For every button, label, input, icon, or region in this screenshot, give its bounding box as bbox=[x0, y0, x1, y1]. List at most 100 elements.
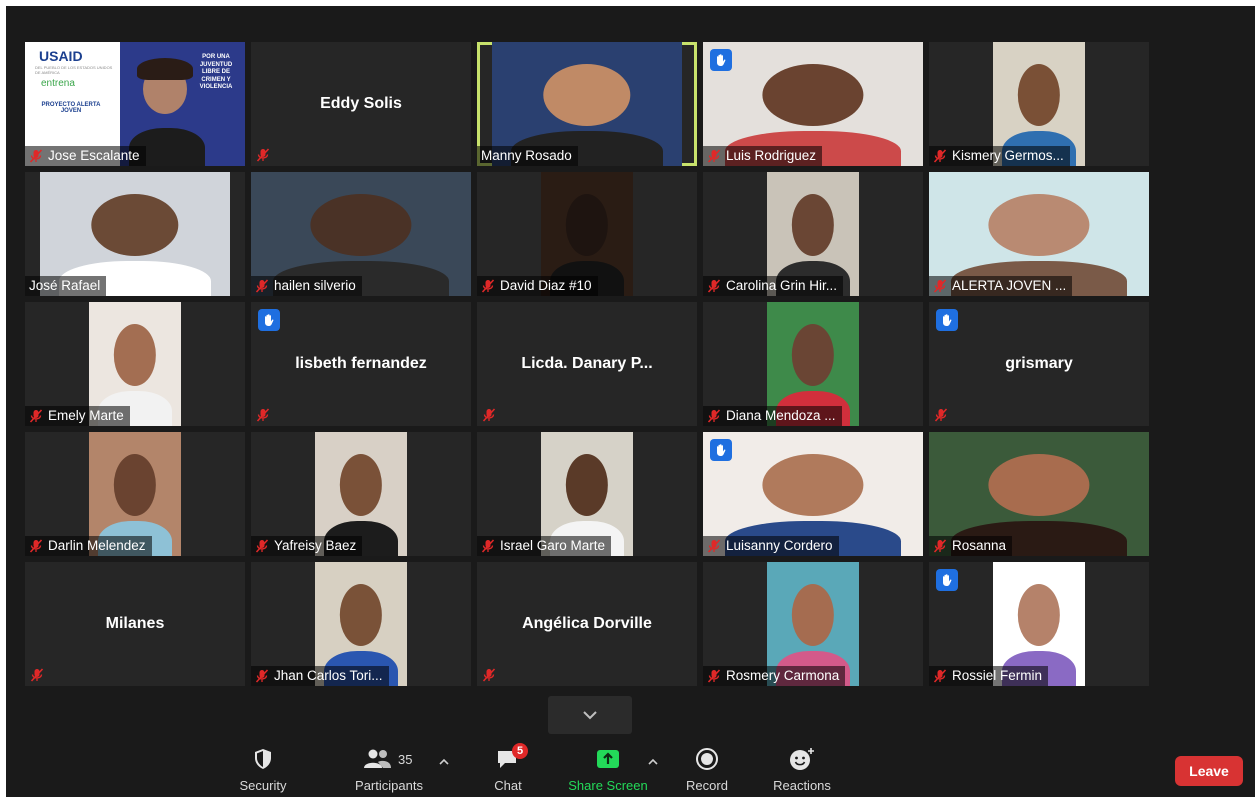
participant-tile[interactable]: Rosanna bbox=[929, 432, 1149, 556]
raised-hand-badge bbox=[936, 309, 958, 331]
gallery-grid: USAID DEL PUEBLO DE LOS ESTADOS UNIDOS D… bbox=[25, 42, 1149, 686]
record-label: Record bbox=[686, 778, 728, 793]
participant-tile[interactable]: Kismery Germos... bbox=[929, 42, 1149, 166]
participants-options-caret-icon[interactable] bbox=[439, 758, 449, 766]
raised-hand-icon bbox=[943, 314, 952, 326]
participant-display-name: Licda. Danary P... bbox=[521, 355, 653, 372]
participant-tile[interactable]: Emely Marte bbox=[25, 302, 245, 426]
record-button[interactable]: Record bbox=[676, 744, 738, 797]
participant-tile[interactable]: Angélica Dorville bbox=[477, 562, 697, 686]
participant-tile[interactable]: ALERTA JOVEN ... bbox=[929, 172, 1149, 296]
participant-display-name: Angélica Dorville bbox=[522, 615, 652, 632]
raised-hand-icon bbox=[717, 54, 726, 66]
muted-microphone-icon bbox=[255, 539, 269, 553]
muted-microphone-icon bbox=[933, 539, 947, 553]
participant-tile[interactable]: Diana Mendoza ... bbox=[703, 302, 923, 426]
muted-microphone-icon bbox=[481, 279, 495, 293]
participant-tile[interactable]: Luisanny Cordero bbox=[703, 432, 923, 556]
participants-icon bbox=[364, 749, 391, 768]
participant-name-label: Yafreisy Baez bbox=[251, 536, 363, 556]
participant-name-label: Manny Rosado bbox=[477, 146, 578, 166]
muted-microphone-icon bbox=[707, 279, 721, 293]
participant-tile[interactable]: Israel Garo Marte bbox=[477, 432, 697, 556]
participant-tile[interactable]: Rosmery Carmona bbox=[703, 562, 923, 686]
project-name: PROYECTO ALERTA JOVEN bbox=[41, 102, 101, 114]
participant-tile[interactable]: Yafreisy Baez bbox=[251, 432, 471, 556]
participant-tile[interactable]: Licda. Danary P... bbox=[477, 302, 697, 426]
leave-meeting-button[interactable]: Leave bbox=[1175, 756, 1243, 786]
share-screen-button[interactable]: Share Screen bbox=[560, 744, 656, 797]
muted-microphone-icon bbox=[256, 148, 270, 162]
participant-name-label: Carolina Grin Hir... bbox=[703, 276, 844, 296]
raised-hand-badge bbox=[936, 569, 958, 591]
chevron-down-icon bbox=[583, 711, 597, 720]
participant-tile[interactable]: USAID DEL PUEBLO DE LOS ESTADOS UNIDOS D… bbox=[25, 42, 245, 166]
zoom-meeting-window: USAID DEL PUEBLO DE LOS ESTADOS UNIDOS D… bbox=[6, 6, 1255, 797]
participant-name-label: Israel Garo Marte bbox=[477, 536, 612, 556]
participant-name-label: hailen silverio bbox=[251, 276, 362, 296]
participant-tile[interactable]: David Diaz #10 bbox=[477, 172, 697, 296]
participant-tile[interactable]: Rossiel Fermin bbox=[929, 562, 1149, 686]
participants-label: Participants bbox=[355, 778, 423, 793]
participant-tile[interactable]: Milanes bbox=[25, 562, 245, 686]
participant-name-label: Kismery Germos... bbox=[929, 146, 1070, 166]
chat-unread-badge: 5 bbox=[512, 743, 528, 759]
raised-hand-icon bbox=[265, 314, 274, 326]
muted-microphone-icon bbox=[933, 279, 947, 293]
muted-microphone-icon bbox=[482, 408, 496, 422]
participant-name-label: Luis Rodriguez bbox=[703, 146, 823, 166]
security-button[interactable]: Security bbox=[228, 744, 298, 797]
participant-name-label: Jhan Carlos Tori... bbox=[251, 666, 389, 686]
participant-name-label: Rossiel Fermin bbox=[929, 666, 1049, 686]
participant-name-label: Rosmery Carmona bbox=[703, 666, 846, 686]
muted-microphone-icon bbox=[255, 669, 269, 683]
muted-microphone-icon bbox=[29, 539, 43, 553]
participant-tile[interactable]: Eddy Solis bbox=[251, 42, 471, 166]
raised-hand-icon bbox=[943, 574, 952, 586]
usaid-logo: USAID bbox=[39, 48, 83, 64]
share-screen-icon bbox=[597, 750, 619, 768]
muted-microphone-icon bbox=[29, 149, 43, 163]
participant-name-label: Emely Marte bbox=[25, 406, 130, 426]
muted-microphone-icon bbox=[707, 149, 721, 163]
participant-tile[interactable]: hailen silverio bbox=[251, 172, 471, 296]
raised-hand-icon bbox=[717, 444, 726, 456]
participant-name-label: José Rafael bbox=[25, 276, 107, 296]
reactions-label: Reactions bbox=[773, 778, 831, 793]
share-screen-label: Share Screen bbox=[568, 778, 648, 793]
participant-display-name: Eddy Solis bbox=[320, 95, 402, 112]
participants-count: 35 bbox=[398, 752, 413, 767]
entrena-logo: entrena bbox=[41, 78, 75, 89]
muted-microphone-icon bbox=[256, 408, 270, 422]
muted-microphone-icon bbox=[255, 279, 269, 293]
participant-tile[interactable]: Jhan Carlos Tori... bbox=[251, 562, 471, 686]
muted-microphone-icon bbox=[933, 149, 947, 163]
participant-tile[interactable]: lisbeth fernandez bbox=[251, 302, 471, 426]
slogan-text: POR UNA JUVENTUD LIBRE DE CRIMEN Y VIOLE… bbox=[199, 54, 233, 90]
participants-button[interactable]: 35 Participants bbox=[344, 744, 434, 797]
participant-name-label: Luisanny Cordero bbox=[703, 536, 839, 556]
shield-icon bbox=[255, 749, 271, 769]
chat-button[interactable]: 5 Chat bbox=[478, 743, 538, 797]
hide-toolbar-button[interactable] bbox=[548, 696, 632, 734]
muted-microphone-icon bbox=[29, 409, 43, 423]
participant-tile[interactable]: grismary bbox=[929, 302, 1149, 426]
participant-name-label: Darlin Melendez bbox=[25, 536, 152, 556]
muted-microphone-icon bbox=[934, 408, 948, 422]
participant-tile[interactable]: José Rafael bbox=[25, 172, 245, 296]
reactions-button[interactable]: Reactions bbox=[762, 744, 842, 797]
muted-microphone-icon bbox=[30, 668, 44, 682]
security-label: Security bbox=[239, 778, 287, 793]
participant-name-label: ALERTA JOVEN ... bbox=[929, 276, 1073, 296]
participant-name-label: Rosanna bbox=[929, 536, 1013, 556]
share-options-caret-icon[interactable] bbox=[648, 758, 658, 766]
muted-microphone-icon bbox=[707, 539, 721, 553]
participant-tile[interactable]: Carolina Grin Hir... bbox=[703, 172, 923, 296]
muted-microphone-icon bbox=[933, 669, 947, 683]
participant-tile[interactable]: Luis Rodriguez bbox=[703, 42, 923, 166]
participant-tile[interactable]: Darlin Melendez bbox=[25, 432, 245, 556]
raised-hand-badge bbox=[258, 309, 280, 331]
participant-tile[interactable]: Manny Rosado bbox=[477, 42, 697, 166]
chat-label: Chat bbox=[494, 778, 522, 793]
raised-hand-badge bbox=[710, 49, 732, 71]
